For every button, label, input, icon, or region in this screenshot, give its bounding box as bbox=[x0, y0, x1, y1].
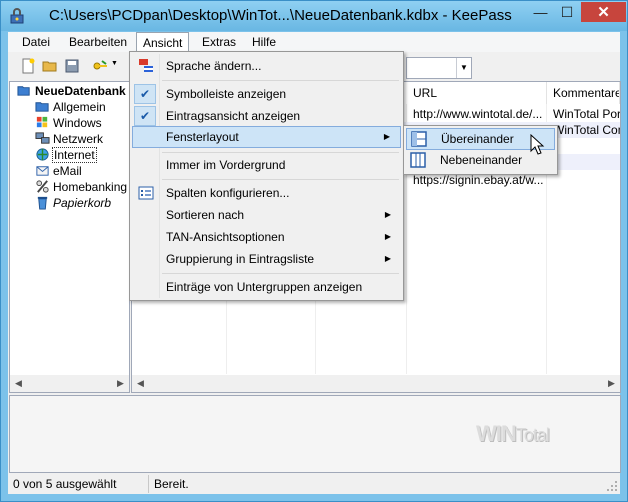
menu-item-eintragsansicht-anzeigen[interactable]: ✔ Eintragsansicht anzeigen bbox=[132, 106, 401, 126]
layout-stacked-icon bbox=[411, 131, 427, 147]
scroll-left-icon[interactable]: ◀ bbox=[10, 375, 27, 392]
window-title: C:\Users\PCDpan\Desktop\WinTot...\NeueDa… bbox=[49, 7, 512, 24]
menu-item-sortieren-nach[interactable]: Sortieren nach ▶ bbox=[132, 205, 401, 225]
network-icon bbox=[35, 132, 50, 144]
submenu-arrow-icon: ▶ bbox=[383, 132, 390, 141]
language-flags-icon bbox=[139, 59, 153, 72]
check-icon: ✔ bbox=[134, 84, 156, 104]
email-envelope-icon bbox=[36, 166, 49, 176]
menu-item-symbolleiste-anzeigen[interactable]: ✔ Symbolleiste anzeigen bbox=[132, 84, 401, 104]
quick-search-combo[interactable]: ▼ bbox=[406, 57, 472, 79]
recycle-bin-icon bbox=[37, 196, 48, 210]
windows-logo-icon bbox=[36, 116, 48, 128]
menu-item-fensterlayout[interactable]: Fensterlayout ▶ bbox=[132, 126, 401, 148]
menu-hilfe[interactable]: Hilfe bbox=[246, 34, 282, 50]
menu-item-sprache-aendern[interactable]: Sprache ändern... bbox=[132, 56, 401, 76]
column-header-kommentare[interactable]: Kommentare bbox=[547, 82, 620, 104]
close-button[interactable]: ✕ bbox=[581, 2, 626, 22]
menu-item-tan-ansichtsoptionen[interactable]: TAN-Ansichtsoptionen ▶ bbox=[132, 227, 401, 247]
menu-bar: Datei Bearbeiten Ansicht Extras Hilfe bbox=[8, 32, 620, 53]
submenu-arrow-icon: ▶ bbox=[384, 232, 391, 241]
tree-horizontal-scrollbar[interactable]: ◀ ▶ bbox=[10, 375, 129, 392]
save-icon[interactable] bbox=[64, 58, 80, 74]
layout-side-by-side-icon bbox=[410, 152, 426, 168]
keepass-lock-icon[interactable] bbox=[9, 8, 25, 24]
cell-comment[interactable]: WinTotal Porta bbox=[547, 106, 620, 122]
submenu-arrow-icon: ▶ bbox=[384, 254, 391, 263]
folder-open-icon bbox=[17, 86, 30, 96]
open-folder-icon[interactable] bbox=[42, 58, 58, 74]
menu-extras[interactable]: Extras bbox=[196, 34, 242, 50]
column-header-url[interactable]: URL bbox=[407, 82, 547, 104]
scroll-left-icon[interactable]: ◀ bbox=[132, 375, 149, 392]
scroll-right-icon[interactable]: ▶ bbox=[603, 375, 620, 392]
list-horizontal-scrollbar[interactable]: ◀ ▶ bbox=[132, 375, 620, 392]
status-bar: 0 von 5 ausgewählt Bereit. bbox=[8, 473, 620, 494]
chevron-down-icon[interactable]: ▼ bbox=[456, 58, 471, 78]
percent-icon bbox=[36, 180, 49, 193]
menu-item-gruppierung-in-eintragsliste[interactable]: Gruppierung in Eintragsliste ▶ bbox=[132, 249, 401, 269]
menu-ansicht[interactable]: Ansicht bbox=[136, 32, 190, 53]
menu-item-eintraege-von-untergruppen[interactable]: Einträge von Untergruppen anzeigen bbox=[132, 277, 401, 297]
cell-url[interactable]: http://www.wintotal.de/... bbox=[407, 106, 547, 122]
title-bar[interactable]: C:\Users\PCDpan\Desktop\WinTot...\NeueDa… bbox=[1, 1, 627, 31]
menu-bearbeiten[interactable]: Bearbeiten bbox=[63, 34, 133, 50]
folder-icon bbox=[35, 102, 49, 112]
check-icon: ✔ bbox=[134, 106, 156, 126]
menu-item-spalten-konfigurieren[interactable]: Spalten konfigurieren... bbox=[132, 183, 401, 203]
add-entry-key-icon[interactable] bbox=[92, 58, 108, 74]
new-database-icon[interactable] bbox=[20, 58, 36, 74]
menu-item-immer-im-vordergrund[interactable]: Immer im Vordergrund bbox=[132, 155, 401, 175]
globe-icon bbox=[36, 148, 49, 161]
group-tree[interactable]: NeueDatenbank Allgemein Windows Netzwerk bbox=[9, 81, 130, 393]
submenu-arrow-icon: ▶ bbox=[384, 210, 391, 219]
scroll-right-icon[interactable]: ▶ bbox=[112, 375, 129, 392]
ansicht-dropdown-menu: Sprache ändern... ✔ Symbolleiste anzeige… bbox=[129, 51, 404, 301]
columns-config-icon bbox=[138, 186, 154, 200]
status-selection: 0 von 5 ausgewählt bbox=[13, 477, 117, 491]
minimize-button[interactable]: — bbox=[527, 2, 554, 22]
chevron-down-icon[interactable]: ▼ bbox=[111, 60, 118, 67]
resize-grip-icon[interactable] bbox=[606, 480, 618, 492]
maximize-button[interactable]: ☐ bbox=[554, 2, 580, 22]
menu-datei[interactable]: Datei bbox=[16, 34, 56, 50]
mouse-cursor-icon bbox=[530, 134, 545, 155]
wintotal-watermark: WINTotal bbox=[476, 421, 550, 446]
status-state: Bereit. bbox=[154, 477, 189, 491]
